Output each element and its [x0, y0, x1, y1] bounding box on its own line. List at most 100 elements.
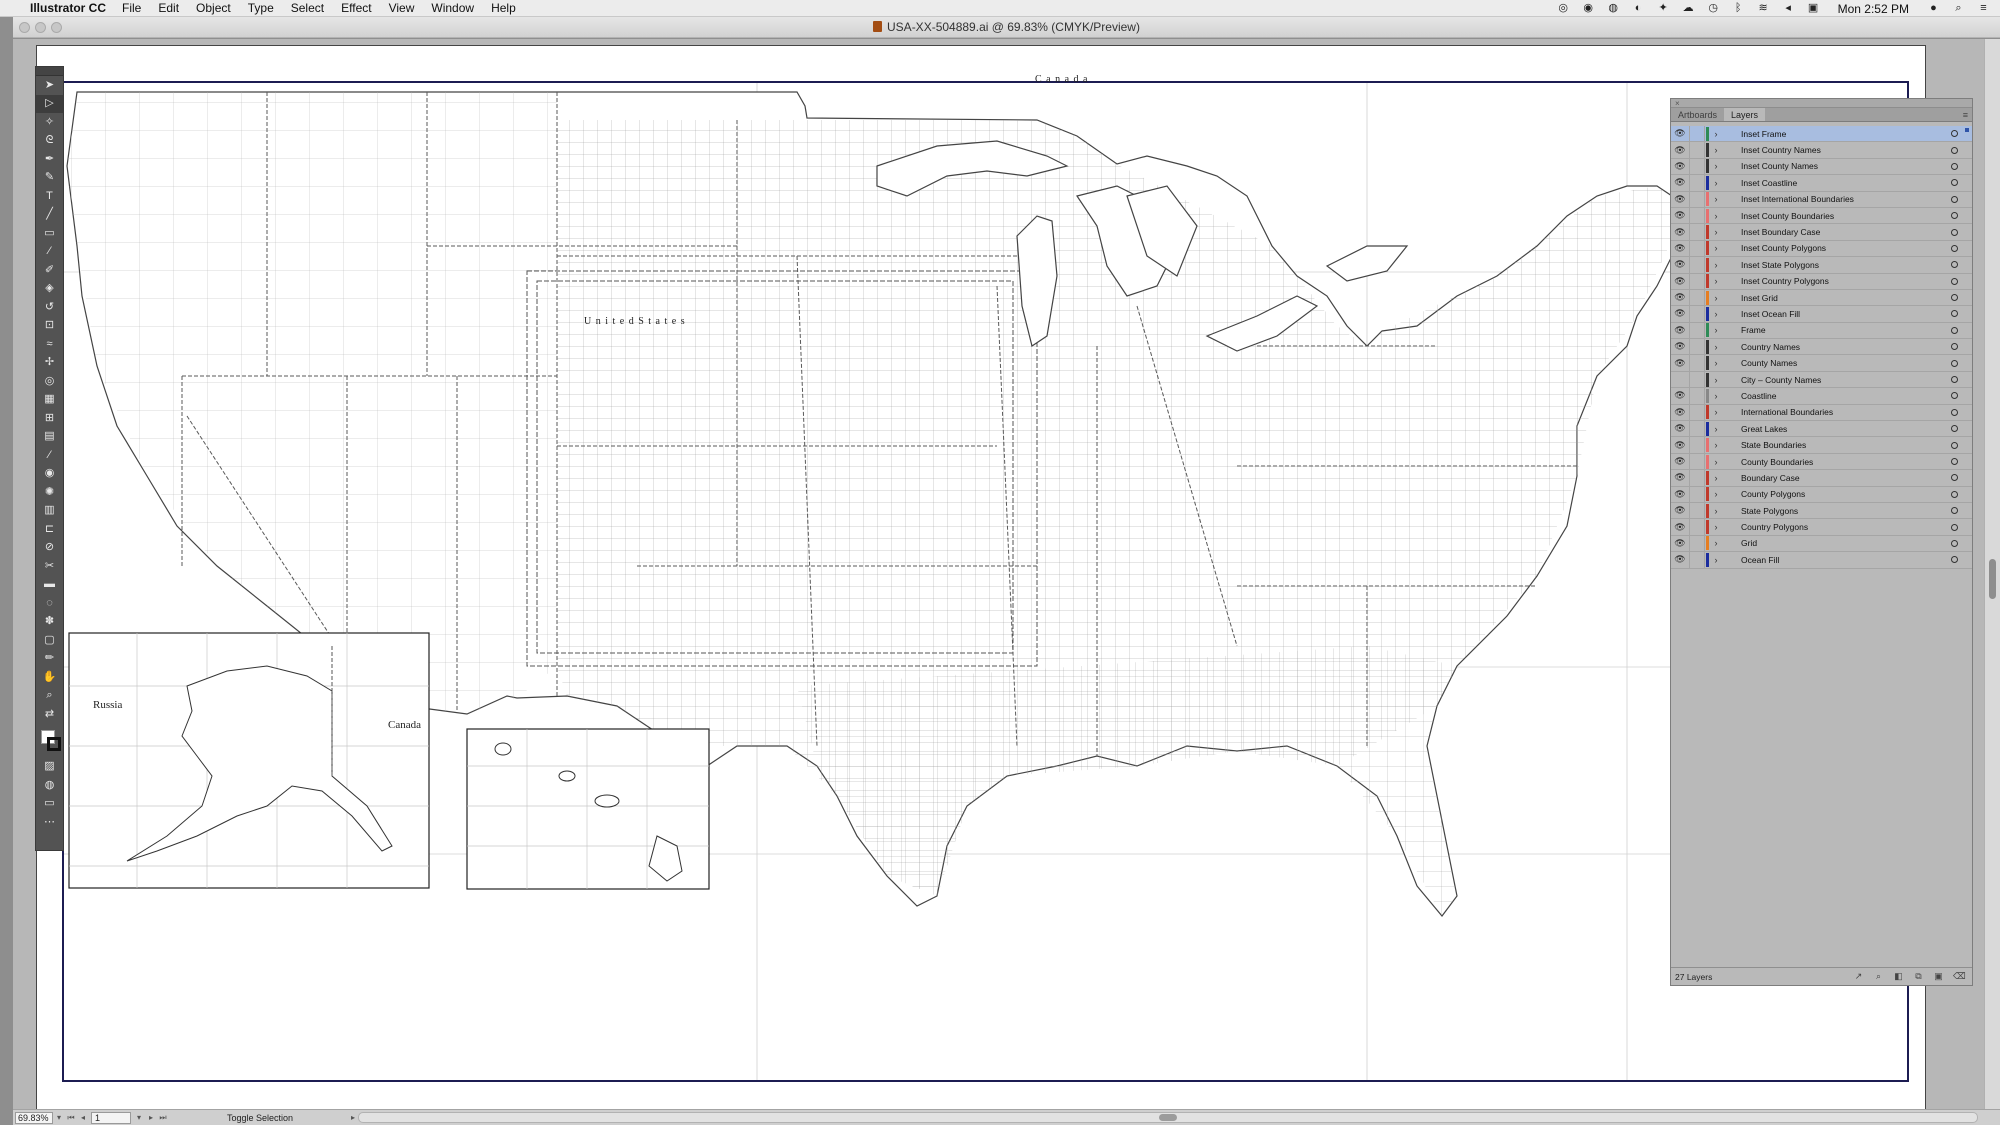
lock-toggle[interactable]: [1689, 224, 1705, 240]
menu-type[interactable]: Type: [248, 1, 274, 15]
lock-toggle[interactable]: [1689, 486, 1705, 502]
eyedropper-tool-icon[interactable]: ⁄: [36, 446, 63, 465]
visibility-eye-icon[interactable]: 👁: [1671, 243, 1689, 254]
export-assets-icon[interactable]: ↗: [1853, 971, 1864, 982]
target-circle-icon[interactable]: [1951, 179, 1958, 187]
creative-cloud-icon[interactable]: ◎: [1557, 3, 1570, 14]
lock-toggle[interactable]: [1689, 175, 1705, 191]
panel-close-bar[interactable]: ×: [1671, 99, 1972, 108]
menu-object[interactable]: Object: [196, 1, 231, 15]
mesh-tool-icon[interactable]: ⊞: [36, 409, 63, 428]
gradient-tool-icon[interactable]: ▤: [36, 428, 63, 447]
target-circle-icon[interactable]: [1951, 376, 1958, 384]
width-tool-icon[interactable]: ≈: [36, 335, 63, 354]
lock-toggle[interactable]: [1689, 306, 1705, 322]
layer-row[interactable]: 👁 › Grid: [1671, 535, 1972, 553]
visibility-eye-icon[interactable]: 👁: [1671, 538, 1689, 549]
lock-toggle[interactable]: [1689, 470, 1705, 486]
caption-icon[interactable]: ▣: [1807, 3, 1820, 14]
tools-panel-grip[interactable]: [36, 67, 63, 76]
target-circle-icon[interactable]: [1951, 228, 1958, 236]
print-tiling-tool-icon[interactable]: ▢: [36, 631, 63, 650]
layer-row[interactable]: 👁 › Country Polygons: [1671, 519, 1972, 536]
lock-toggle[interactable]: [1689, 240, 1705, 257]
visibility-eye-icon[interactable]: 👁: [1671, 308, 1689, 319]
sync-icon[interactable]: ◉: [1582, 3, 1595, 14]
target-circle-icon[interactable]: [1951, 343, 1958, 351]
curvature-tool-icon[interactable]: ✎: [36, 169, 63, 188]
visibility-eye-icon[interactable]: 👁: [1671, 161, 1689, 172]
layer-name[interactable]: Country Polygons: [1741, 522, 1951, 532]
more-tools-icon[interactable]: ⋯: [36, 813, 63, 832]
pencil-tool-icon[interactable]: ✏: [36, 650, 63, 669]
layer-name[interactable]: International Boundaries: [1741, 407, 1951, 417]
rotate-view-tool-icon[interactable]: ◌: [36, 594, 63, 613]
slice-tool-icon[interactable]: ⊘: [36, 539, 63, 558]
expand-chevron-icon[interactable]: ›: [1709, 293, 1723, 303]
new-layer-icon[interactable]: ▣: [1933, 971, 1944, 982]
lock-toggle[interactable]: [1689, 257, 1705, 273]
expand-chevron-icon[interactable]: ›: [1709, 424, 1723, 434]
target-circle-icon[interactable]: [1951, 507, 1958, 515]
live-paint-tool-icon[interactable]: ✽: [36, 613, 63, 632]
expand-chevron-icon[interactable]: ›: [1709, 473, 1723, 483]
expand-chevron-icon[interactable]: ›: [1709, 260, 1723, 270]
target-circle-icon[interactable]: [1951, 490, 1958, 498]
expand-chevron-icon[interactable]: ›: [1709, 440, 1723, 450]
visibility-eye-icon[interactable]: 👁: [1671, 210, 1689, 221]
layer-name[interactable]: State Polygons: [1741, 506, 1951, 516]
tab-layers[interactable]: Layers: [1724, 108, 1766, 121]
layer-name[interactable]: Inset County Names: [1741, 161, 1951, 171]
lock-toggle[interactable]: [1689, 519, 1705, 535]
cloud-icon[interactable]: ☁: [1682, 3, 1695, 14]
layer-row[interactable]: 👁 › International Boundaries: [1671, 404, 1972, 422]
ruler-tool-icon[interactable]: ▬: [36, 576, 63, 595]
layer-name[interactable]: Inset International Boundaries: [1741, 194, 1951, 204]
target-circle-icon[interactable]: [1951, 539, 1958, 547]
layer-row[interactable]: 👁 › Inset Country Names: [1671, 142, 1972, 159]
paintbrush-tool-icon[interactable]: ⁄: [36, 243, 63, 262]
lock-toggle[interactable]: [1689, 289, 1705, 306]
eraser-tool-icon[interactable]: ◈: [36, 280, 63, 299]
rectangle-tool-icon[interactable]: ▭: [36, 224, 63, 243]
lock-toggle[interactable]: [1689, 535, 1705, 552]
layer-name[interactable]: Inset Ocean Fill: [1741, 309, 1951, 319]
last-artboard-icon[interactable]: ⏭: [157, 1113, 169, 1123]
layer-row[interactable]: 👁 › Frame: [1671, 322, 1972, 340]
target-circle-icon[interactable]: [1951, 130, 1958, 138]
target-circle-icon[interactable]: [1951, 458, 1958, 465]
hand-tool-icon[interactable]: ✋: [36, 668, 63, 687]
target-circle-icon[interactable]: [1951, 244, 1958, 252]
target-circle-icon[interactable]: [1951, 523, 1958, 531]
expand-chevron-icon[interactable]: ›: [1709, 555, 1723, 565]
layer-name[interactable]: Inset County Boundaries: [1741, 211, 1951, 221]
target-circle-icon[interactable]: [1951, 408, 1958, 416]
layer-name[interactable]: Boundary Case: [1741, 473, 1951, 483]
target-circle-icon[interactable]: [1951, 392, 1958, 400]
swap-fill-stroke-icon[interactable]: ⇄: [36, 705, 63, 724]
previous-artboard-icon[interactable]: ◂: [77, 1113, 89, 1122]
layer-row[interactable]: 👁 › Inset County Boundaries: [1671, 207, 1972, 225]
draw-mode-icon[interactable]: ◍: [36, 776, 63, 795]
visibility-eye-icon[interactable]: 👁: [1671, 472, 1689, 483]
menu-app-name[interactable]: Illustrator CC: [30, 1, 106, 15]
layer-row[interactable]: 👁 › Inset Ocean Fill: [1671, 306, 1972, 323]
menu-select[interactable]: Select: [291, 1, 324, 15]
expand-chevron-icon[interactable]: ›: [1709, 194, 1723, 204]
zoom-tool-icon[interactable]: ⌕: [36, 687, 63, 706]
menu-edit[interactable]: Edit: [158, 1, 179, 15]
vertical-scroll-thumb[interactable]: [1989, 559, 1996, 599]
layer-name[interactable]: County Names: [1741, 358, 1951, 368]
expand-chevron-icon[interactable]: ›: [1709, 161, 1723, 171]
menu-help[interactable]: Help: [491, 1, 516, 15]
target-circle-icon[interactable]: [1951, 146, 1958, 154]
expand-chevron-icon[interactable]: ›: [1709, 506, 1723, 516]
layer-row[interactable]: 👁 › Inset County Polygons: [1671, 240, 1972, 258]
lock-toggle[interactable]: [1689, 322, 1705, 339]
user-icon[interactable]: ●: [1927, 3, 1940, 14]
vertical-scrollbar[interactable]: [1984, 39, 2000, 1109]
visibility-eye-icon[interactable]: 👁: [1671, 522, 1689, 533]
lock-toggle[interactable]: [1689, 502, 1705, 519]
target-circle-icon[interactable]: [1951, 277, 1958, 285]
time-machine-icon[interactable]: ◷: [1707, 3, 1720, 14]
